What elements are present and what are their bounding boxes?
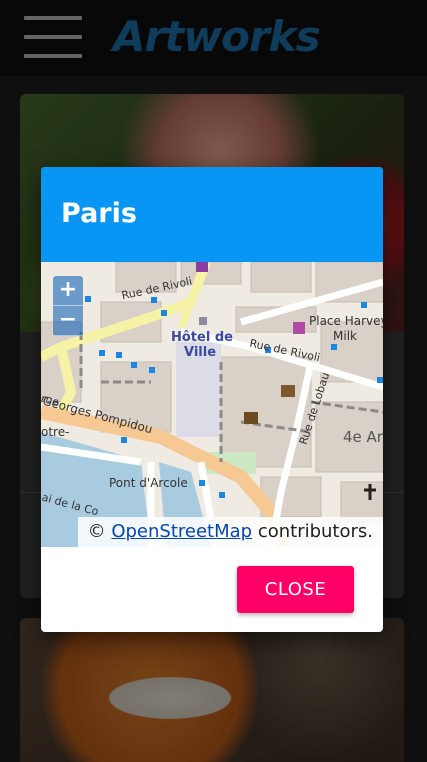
map-attribution: © OpenStreetMap contributors. <box>77 517 383 547</box>
zoom-out-button[interactable]: − <box>53 306 83 336</box>
map-label: Milk <box>333 329 357 343</box>
copyright-symbol: © <box>87 521 106 542</box>
map-label: otre- <box>41 425 70 439</box>
map-label: Pont d'Arcole <box>109 476 188 490</box>
map-label: Ville <box>184 345 217 360</box>
map-label: Hôtel de <box>171 330 233 345</box>
map-zoom-control: + − <box>53 276 83 336</box>
map-view[interactable]: Rue de Rivoli Hôtel de Ville Rue de Rivo… <box>41 262 383 547</box>
openstreetmap-link[interactable]: OpenStreetMap <box>111 521 252 542</box>
map-label: 4e Ar <box>343 428 383 446</box>
close-button[interactable]: CLOSE <box>237 566 354 613</box>
zoom-in-button[interactable]: + <box>53 276 83 306</box>
dialog-header: Paris <box>41 167 383 262</box>
attribution-suffix: contributors. <box>257 521 373 542</box>
dialog-title: Paris <box>61 198 137 229</box>
map-label: Place Harvey <box>309 314 383 328</box>
map-dialog: Paris Rue de Rivoli Hôtel de Ville Rue d… <box>41 167 383 632</box>
